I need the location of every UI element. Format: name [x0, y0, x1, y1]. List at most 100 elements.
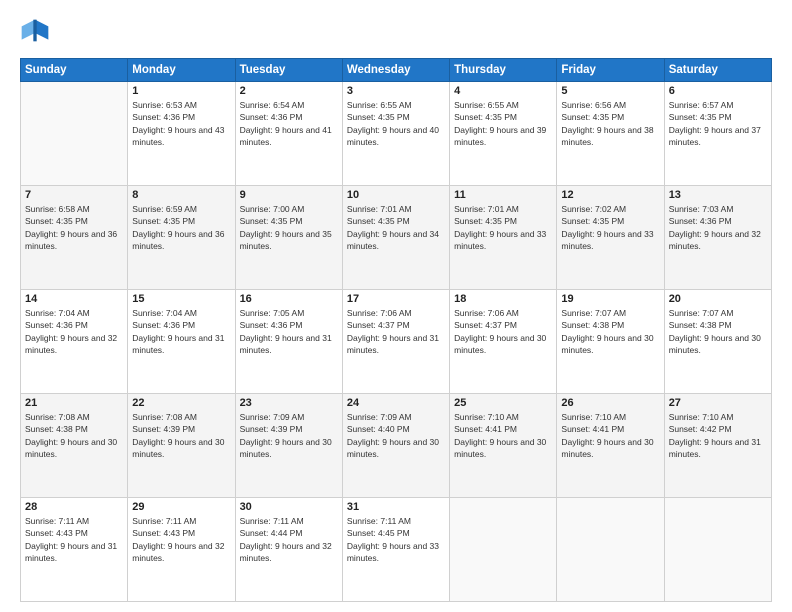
day-number: 29 [132, 501, 230, 513]
day-info: Sunrise: 7:10 AMSunset: 4:41 PMDaylight:… [454, 411, 552, 460]
day-number: 20 [669, 293, 767, 305]
day-info: Sunrise: 7:04 AMSunset: 4:36 PMDaylight:… [25, 307, 123, 356]
calendar-cell: 21 Sunrise: 7:08 AMSunset: 4:38 PMDayligh… [21, 394, 128, 498]
day-info: Sunrise: 7:11 AMSunset: 4:43 PMDaylight:… [132, 515, 230, 564]
weekday-header: Sunday [21, 59, 128, 82]
day-number: 31 [347, 501, 445, 513]
calendar-cell: 18 Sunrise: 7:06 AMSunset: 4:37 PMDayligh… [450, 290, 557, 394]
calendar-cell: 25Sunrise: 7:10 AMSunset: 4:41 PMDayligh… [450, 394, 557, 498]
calendar-cell: 29 Sunrise: 7:11 AMSunset: 4:43 PMDayligh… [128, 498, 235, 602]
calendar-cell: 13 Sunrise: 7:03 AMSunset: 4:36 PMDayligh… [664, 186, 771, 290]
day-number: 11 [454, 189, 552, 201]
calendar-cell: 10 Sunrise: 7:01 AMSunset: 4:35 PMDayligh… [342, 186, 449, 290]
calendar-week-row: 28 Sunrise: 7:11 AMSunset: 4:43 PMDayligh… [21, 498, 772, 602]
day-info: Sunrise: 7:01 AMSunset: 4:35 PMDaylight:… [347, 203, 445, 252]
day-number: 7 [25, 189, 123, 201]
calendar-cell: 9 Sunrise: 7:00 AMSunset: 4:35 PMDaylight… [235, 186, 342, 290]
calendar-cell: 16Sunrise: 7:05 AMSunset: 4:36 PMDayligh… [235, 290, 342, 394]
calendar-cell: 17 Sunrise: 7:06 AMSunset: 4:37 PMDayligh… [342, 290, 449, 394]
day-info: Sunrise: 7:07 AMSunset: 4:38 PMDaylight:… [561, 307, 659, 356]
day-number: 4 [454, 85, 552, 97]
day-info: Sunrise: 6:58 AMSunset: 4:35 PMDaylight:… [25, 203, 123, 252]
day-number: 3 [347, 85, 445, 97]
calendar-cell [21, 82, 128, 186]
calendar-cell: 23 Sunrise: 7:09 AMSunset: 4:39 PMDayligh… [235, 394, 342, 498]
weekday-header: Saturday [664, 59, 771, 82]
day-number: 28 [25, 501, 123, 513]
calendar-cell: 1Sunrise: 6:53 AMSunset: 4:36 PMDaylight… [128, 82, 235, 186]
day-number: 18 [454, 293, 552, 305]
calendar-cell [450, 498, 557, 602]
calendar-cell: 22Sunrise: 7:08 AMSunset: 4:39 PMDayligh… [128, 394, 235, 498]
day-info: Sunrise: 7:11 AMSunset: 4:45 PMDaylight:… [347, 515, 445, 564]
day-info: Sunrise: 7:10 AMSunset: 4:41 PMDaylight:… [561, 411, 659, 460]
day-info: Sunrise: 7:01 AMSunset: 4:35 PMDaylight:… [454, 203, 552, 252]
calendar-week-row: 21 Sunrise: 7:08 AMSunset: 4:38 PMDayligh… [21, 394, 772, 498]
day-number: 17 [347, 293, 445, 305]
day-info: Sunrise: 7:06 AMSunset: 4:37 PMDaylight:… [347, 307, 445, 356]
day-info: Sunrise: 6:55 AMSunset: 4:35 PMDaylight:… [347, 99, 445, 148]
day-info: Sunrise: 7:06 AMSunset: 4:37 PMDaylight:… [454, 307, 552, 356]
weekday-header: Friday [557, 59, 664, 82]
day-number: 23 [240, 397, 338, 409]
day-number: 10 [347, 189, 445, 201]
calendar-table: SundayMondayTuesdayWednesdayThursdayFrid… [20, 58, 772, 602]
calendar-cell: 27Sunrise: 7:10 AMSunset: 4:42 PMDayligh… [664, 394, 771, 498]
weekday-header: Thursday [450, 59, 557, 82]
day-info: Sunrise: 7:11 AMSunset: 4:43 PMDaylight:… [25, 515, 123, 564]
day-info: Sunrise: 7:00 AMSunset: 4:35 PMDaylight:… [240, 203, 338, 252]
calendar-cell: 26 Sunrise: 7:10 AMSunset: 4:41 PMDayligh… [557, 394, 664, 498]
calendar-cell: 8 Sunrise: 6:59 AMSunset: 4:35 PMDaylight… [128, 186, 235, 290]
day-info: Sunrise: 7:11 AMSunset: 4:44 PMDaylight:… [240, 515, 338, 564]
page: SundayMondayTuesdayWednesdayThursdayFrid… [0, 0, 792, 612]
day-info: Sunrise: 7:09 AMSunset: 4:39 PMDaylight:… [240, 411, 338, 460]
day-info: Sunrise: 6:54 AMSunset: 4:36 PMDaylight:… [240, 99, 338, 148]
day-number: 12 [561, 189, 659, 201]
calendar-cell: 4Sunrise: 6:55 AMSunset: 4:35 PMDaylight… [450, 82, 557, 186]
day-number: 8 [132, 189, 230, 201]
day-number: 16 [240, 293, 338, 305]
day-info: Sunrise: 6:57 AMSunset: 4:35 PMDaylight:… [669, 99, 767, 148]
day-info: Sunrise: 7:02 AMSunset: 4:35 PMDaylight:… [561, 203, 659, 252]
calendar-cell: 24Sunrise: 7:09 AMSunset: 4:40 PMDayligh… [342, 394, 449, 498]
day-number: 24 [347, 397, 445, 409]
day-number: 26 [561, 397, 659, 409]
calendar-cell: 2 Sunrise: 6:54 AMSunset: 4:36 PMDaylight… [235, 82, 342, 186]
header [20, 18, 772, 48]
day-number: 2 [240, 85, 338, 97]
calendar-cell: 12 Sunrise: 7:02 AMSunset: 4:35 PMDayligh… [557, 186, 664, 290]
logo [20, 18, 54, 48]
calendar-cell: 30Sunrise: 7:11 AMSunset: 4:44 PMDayligh… [235, 498, 342, 602]
calendar-cell: 11 Sunrise: 7:01 AMSunset: 4:35 PMDayligh… [450, 186, 557, 290]
day-number: 21 [25, 397, 123, 409]
day-number: 5 [561, 85, 659, 97]
day-info: Sunrise: 6:59 AMSunset: 4:35 PMDaylight:… [132, 203, 230, 252]
calendar-week-row: 1Sunrise: 6:53 AMSunset: 4:36 PMDaylight… [21, 82, 772, 186]
weekday-header: Monday [128, 59, 235, 82]
calendar-cell: 3 Sunrise: 6:55 AMSunset: 4:35 PMDaylight… [342, 82, 449, 186]
day-number: 6 [669, 85, 767, 97]
day-info: Sunrise: 7:10 AMSunset: 4:42 PMDaylight:… [669, 411, 767, 460]
calendar-week-row: 14 Sunrise: 7:04 AMSunset: 4:36 PMDayligh… [21, 290, 772, 394]
calendar-cell: 31 Sunrise: 7:11 AMSunset: 4:45 PMDayligh… [342, 498, 449, 602]
calendar-cell: 5Sunrise: 6:56 AMSunset: 4:35 PMDaylight… [557, 82, 664, 186]
day-info: Sunrise: 7:08 AMSunset: 4:38 PMDaylight:… [25, 411, 123, 460]
calendar-cell: 15Sunrise: 7:04 AMSunset: 4:36 PMDayligh… [128, 290, 235, 394]
weekday-header: Wednesday [342, 59, 449, 82]
day-number: 9 [240, 189, 338, 201]
calendar-cell: 19 Sunrise: 7:07 AMSunset: 4:38 PMDayligh… [557, 290, 664, 394]
calendar-cell: 7 Sunrise: 6:58 AMSunset: 4:35 PMDaylight… [21, 186, 128, 290]
day-number: 15 [132, 293, 230, 305]
day-info: Sunrise: 6:53 AMSunset: 4:36 PMDaylight:… [132, 99, 230, 148]
day-number: 13 [669, 189, 767, 201]
logo-icon [20, 18, 50, 48]
day-number: 14 [25, 293, 123, 305]
day-info: Sunrise: 7:08 AMSunset: 4:39 PMDaylight:… [132, 411, 230, 460]
weekday-header: Tuesday [235, 59, 342, 82]
calendar-cell: 6 Sunrise: 6:57 AMSunset: 4:35 PMDaylight… [664, 82, 771, 186]
day-info: Sunrise: 7:03 AMSunset: 4:36 PMDaylight:… [669, 203, 767, 252]
calendar-cell: 28 Sunrise: 7:11 AMSunset: 4:43 PMDayligh… [21, 498, 128, 602]
calendar-cell [664, 498, 771, 602]
day-number: 19 [561, 293, 659, 305]
day-info: Sunrise: 7:07 AMSunset: 4:38 PMDaylight:… [669, 307, 767, 356]
